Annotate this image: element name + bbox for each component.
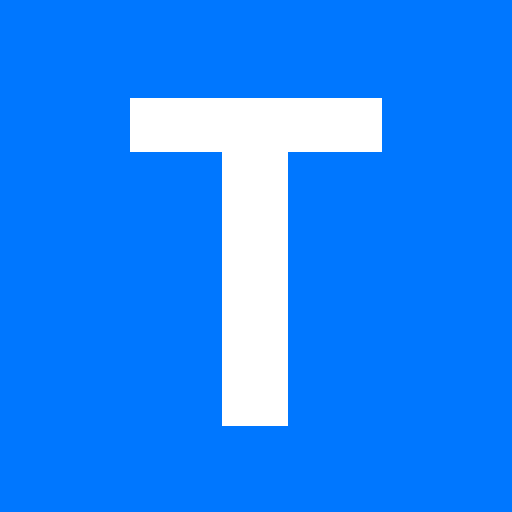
app-icon: T xyxy=(0,0,512,512)
t-logo-icon xyxy=(0,0,512,512)
